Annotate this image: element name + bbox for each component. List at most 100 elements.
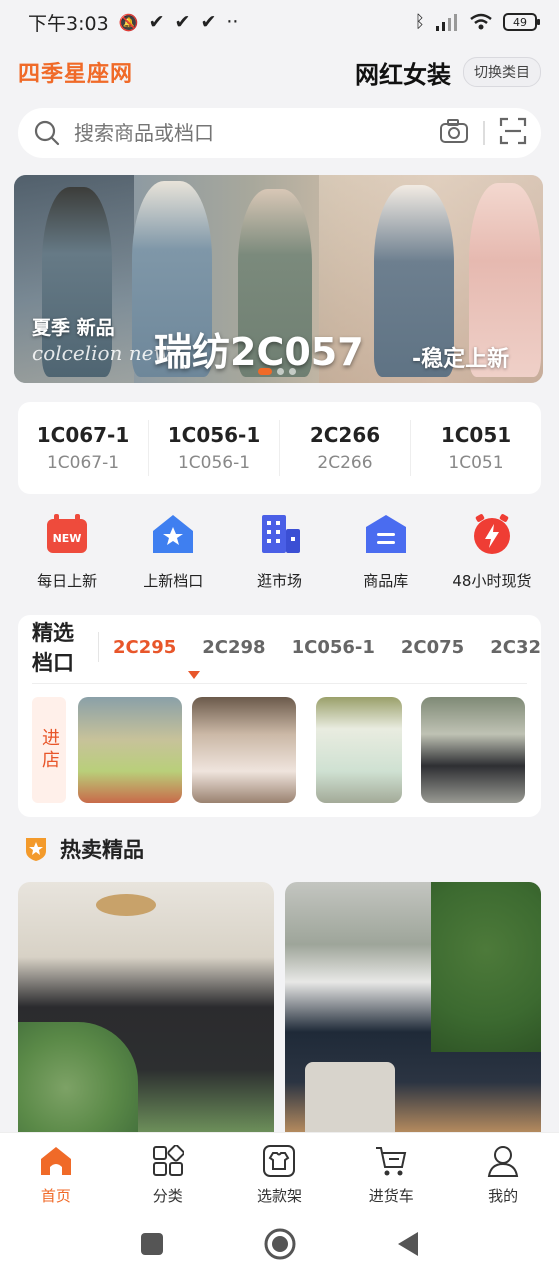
nav-home[interactable]: 首页 [0, 1133, 112, 1212]
hot-products-header: 热卖精品 [24, 834, 144, 864]
stall-product-photo[interactable] [78, 697, 182, 803]
quick-nav-label: 48小时现货 [452, 572, 532, 590]
selected-stalls-header: 精选档口 2C295 2C298 1C056-1 2C075 2C32 [18, 615, 541, 679]
back-icon[interactable] [396, 1231, 420, 1261]
product-photo-rock [305, 1062, 395, 1132]
stall-shortcut[interactable]: 1C051 1C051 [411, 420, 541, 476]
stall-code: 1C067-1 [36, 423, 130, 447]
quick-nav-market[interactable]: 逛市场 [226, 512, 332, 594]
tab-2c298[interactable]: 2C298 [202, 637, 265, 658]
nav-label: 我的 [488, 1187, 519, 1205]
app-logo: 四季星座网 [18, 62, 134, 87]
stall-sub: 2C266 [317, 453, 373, 473]
banner-script-text: colcelion new [32, 341, 171, 365]
mute-icon: 🔕 [118, 12, 139, 32]
lightning-clock-icon [470, 512, 514, 556]
active-tab-indicator [188, 671, 200, 679]
signal-icon [436, 14, 457, 31]
svg-text:NEW: NEW [53, 532, 82, 545]
stall-product-photo[interactable] [316, 697, 402, 803]
star-house-icon [151, 512, 195, 556]
stall-sub: 1C051 [448, 453, 504, 473]
status-bar: 下午3:03 🔕 ✔ ✔ ✔ ·· ᛒ 49 [0, 0, 559, 44]
banner-tag-text: -稳定上新 [412, 347, 510, 372]
stall-sub: 1C067-1 [46, 453, 120, 473]
check-icon: ✔ [174, 11, 191, 33]
switch-category-button[interactable]: 切换类目 [463, 57, 541, 87]
stall-shortcut[interactable]: 1C067-1 1C067-1 [18, 420, 149, 476]
stall-tabs: 2C295 2C298 1C056-1 2C075 2C32 [113, 637, 541, 658]
stall-code: 2C266 [309, 423, 381, 447]
category-title: 网红女装 [355, 60, 451, 89]
cart-icon [373, 1143, 409, 1179]
search-input[interactable] [74, 121, 404, 145]
app-header: 四季星座网 网红女装 切换类目 [0, 44, 559, 100]
building-icon [258, 512, 302, 556]
new-calendar-icon: NEW [45, 512, 89, 556]
bluetooth-icon: ᛒ [414, 12, 425, 32]
product-photo-trees [431, 882, 541, 1052]
home-circle-icon[interactable] [264, 1228, 296, 1264]
wifi-icon [470, 13, 492, 30]
camera-icon[interactable] [439, 118, 469, 148]
quick-nav-48h-stock[interactable]: 48小时现货 [439, 512, 545, 594]
tab-2c295[interactable]: 2C295 [113, 637, 176, 658]
category-icon [150, 1143, 186, 1179]
quick-nav: NEW 每日上新 上新档口 逛市场 商品库 48小时现货 [14, 512, 545, 594]
badge-icon [26, 838, 46, 861]
quick-nav-label: 逛市场 [257, 572, 303, 590]
quick-nav-daily-new[interactable]: NEW 每日上新 [14, 512, 120, 594]
nav-label: 分类 [152, 1187, 183, 1205]
product-photo-hat [96, 894, 156, 916]
tab-underline [32, 683, 527, 684]
nav-label: 选款架 [256, 1187, 302, 1205]
nav-cart[interactable]: 进货车 [335, 1133, 447, 1212]
banner-subtitle: 夏季 新品 [32, 317, 115, 339]
check-icon: ✔ [148, 11, 165, 33]
stall-product-photo[interactable] [421, 697, 525, 803]
warehouse-icon [364, 512, 408, 556]
selected-stalls-title: 精选档口 [32, 621, 74, 675]
hot-products-title: 热卖精品 [60, 838, 144, 862]
quick-nav-label: 每日上新 [37, 572, 98, 590]
banner-pagination [258, 368, 296, 375]
more-dots-icon: ·· [226, 11, 239, 33]
nav-category[interactable]: 分类 [112, 1133, 224, 1212]
status-time: 下午3:03 [28, 12, 109, 35]
scan-icon[interactable] [499, 117, 527, 149]
stall-shortcut[interactable]: 2C266 2C266 [280, 420, 411, 476]
search-divider [483, 121, 485, 145]
nav-selection-rack[interactable]: 选款架 [224, 1133, 336, 1212]
selected-stalls-card: 精选档口 2C295 2C298 1C056-1 2C075 2C32 进店 [18, 615, 541, 817]
recent-apps-icon[interactable] [140, 1232, 164, 1260]
battery-level: 49 [513, 15, 527, 29]
search-bar[interactable] [18, 108, 541, 158]
tab-1c056-1[interactable]: 1C056-1 [292, 637, 375, 658]
quick-nav-product-library[interactable]: 商品库 [333, 512, 439, 594]
product-card[interactable] [285, 882, 541, 1132]
check-icon: ✔ [200, 11, 217, 33]
pagination-dot [258, 368, 272, 375]
search-icon [32, 118, 62, 148]
tab-2c075[interactable]: 2C075 [401, 637, 464, 658]
product-card[interactable] [18, 882, 274, 1132]
promo-banner[interactable]: 夏季 新品 colcelion new 瑞纺2C057 -稳定上新 [14, 175, 543, 383]
header-divider [98, 632, 99, 662]
pagination-dot [277, 368, 284, 375]
bottom-nav: 首页 分类 选款架 进货车 我的 [0, 1132, 559, 1212]
stall-shortcut[interactable]: 1C056-1 1C056-1 [149, 420, 280, 476]
stall-product-photo[interactable] [192, 697, 296, 803]
system-nav-bar [0, 1212, 559, 1280]
tab-2c32[interactable]: 2C32 [490, 637, 541, 658]
nav-label: 首页 [40, 1187, 71, 1205]
quick-nav-new-stalls[interactable]: 上新档口 [120, 512, 226, 594]
stall-sub: 1C056-1 [177, 453, 251, 473]
user-icon [485, 1143, 521, 1179]
nav-profile[interactable]: 我的 [447, 1133, 559, 1212]
shirt-box-icon [261, 1143, 297, 1179]
battery-icon: 49 [503, 13, 540, 31]
quick-nav-label: 上新档口 [143, 572, 204, 590]
pagination-dot [289, 368, 296, 375]
enter-store-button[interactable]: 进店 [32, 697, 66, 803]
quick-nav-label: 商品库 [363, 572, 409, 590]
